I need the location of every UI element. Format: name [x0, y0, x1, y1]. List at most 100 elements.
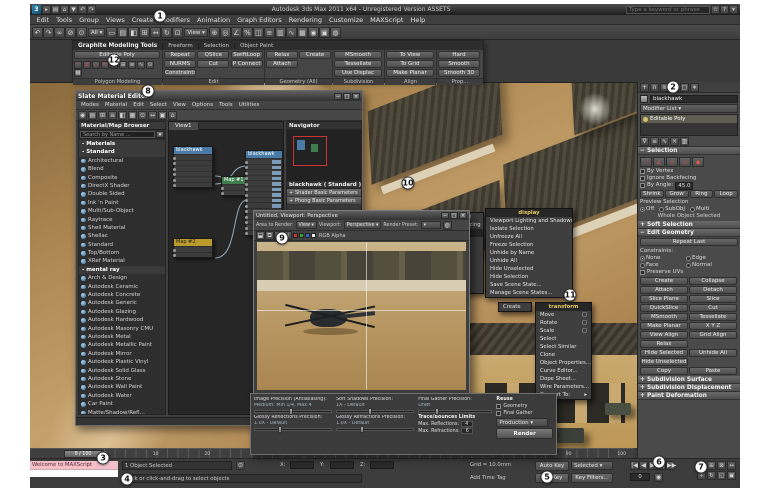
hide-unused-nodeslots-icon[interactable]: ≡: [108, 110, 117, 120]
material-list-item[interactable]: Autodesk Wall Paint: [79, 383, 165, 391]
constraint-option[interactable]: Normal: [686, 262, 732, 269]
maximize-button[interactable]: □: [450, 212, 458, 219]
move-children-icon[interactable]: ◧: [118, 110, 127, 120]
ribbon-button[interactable]: Constraints: [164, 69, 196, 77]
border-subobject-icon[interactable]: ◇: [92, 61, 100, 69]
key-mode-toggle-icon[interactable]: ◉: [654, 473, 663, 482]
ribbon-button[interactable]: To Grid: [386, 60, 434, 68]
show-end-result-icon[interactable]: ⊙: [146, 61, 154, 69]
ribbon-button[interactable]: Create: [299, 51, 331, 59]
material-list-item[interactable]: Autodesk Metallic Paint: [79, 341, 165, 349]
use-pivot-point-icon[interactable]: ⊕: [208, 26, 220, 38]
material-editor-menu-item[interactable]: Utilities: [236, 102, 263, 108]
quad-menu-item[interactable]: Freeze Selection: [486, 241, 572, 249]
select-and-link-icon[interactable]: ∞: [54, 26, 65, 38]
menu-item[interactable]: Tools: [53, 16, 76, 24]
material-list-item[interactable]: Matte/Shadow/Refl...: [79, 409, 165, 414]
material-list-item[interactable]: Autodesk Masonry CMU: [79, 325, 165, 333]
pan-view-icon[interactable]: ↔: [148, 110, 157, 120]
angle-snap-icon[interactable]: ∠: [230, 26, 242, 38]
zoom-tool-icon[interactable]: ▣: [158, 110, 167, 120]
material-editor-title-bar[interactable]: Slate Material Editor − □ ×: [76, 91, 362, 101]
preview-selection-option[interactable]: SubObj: [659, 206, 685, 213]
material-list-item[interactable]: Autodesk Metal: [79, 333, 165, 341]
menu-item[interactable]: Edit: [33, 16, 53, 24]
browser-header[interactable]: Material/Map Browser: [79, 122, 165, 130]
ribbon-button[interactable]: Repeat: [164, 51, 196, 59]
menu-item[interactable]: Group: [76, 16, 103, 24]
green-channel-icon[interactable]: [299, 233, 304, 238]
favorites-icon[interactable]: ☆: [711, 5, 720, 14]
remove-modifier-icon[interactable]: ×: [670, 137, 679, 146]
quad-menu-item[interactable]: Unhide All: [486, 257, 572, 265]
material-list-item[interactable]: Top/Bottom: [79, 249, 165, 257]
percent-snap-icon[interactable]: %: [241, 26, 253, 38]
material-list-item[interactable]: Autodesk Water: [79, 392, 165, 400]
ribbon-button[interactable]: To View: [386, 51, 434, 59]
material-list-item[interactable]: Ink 'n Paint: [79, 199, 165, 207]
edge-mode-icon[interactable]: ∠: [653, 157, 665, 167]
viewcube[interactable]: [579, 93, 611, 125]
material-list-item[interactable]: Raytrace: [79, 216, 165, 224]
ribbon-button[interactable]: Cut: [197, 60, 230, 68]
object-color-swatch[interactable]: [640, 94, 648, 103]
quad-menu-item[interactable]: Isolate Selection: [486, 225, 572, 233]
reference-coordinate-dropdown[interactable]: View: [184, 27, 208, 37]
material-list-item[interactable]: Autodesk Generic: [79, 299, 165, 307]
soft-shadows-slider[interactable]: [336, 408, 415, 415]
material-list-item[interactable]: Autodesk Solid Glass: [79, 367, 165, 375]
ribbon-button[interactable]: P Connect: [230, 60, 263, 68]
select-by-name-icon[interactable]: ▤: [117, 26, 129, 38]
viewport-dropdown[interactable]: Perspective: [343, 221, 382, 229]
zoom-region-icon[interactable]: ◱: [717, 471, 726, 480]
window-crossing-icon[interactable]: ⊞: [139, 26, 151, 38]
material-map-browser-toggle-icon[interactable]: ▦: [128, 110, 137, 120]
selection-button[interactable]: Grow: [664, 190, 689, 198]
quad-menu-item[interactable]: Dope Sheet...: [536, 375, 591, 383]
max-refractions-field[interactable]: 6: [461, 428, 474, 434]
material-list-item[interactable]: Autodesk Glazing: [79, 308, 165, 316]
preview-selection-option[interactable]: Multi: [689, 206, 709, 213]
selection-lock-icon[interactable]: ⊙: [236, 461, 245, 470]
ribbon-button[interactable]: QSlice: [197, 51, 230, 59]
repeat-last-button[interactable]: Repeat Last: [640, 238, 738, 246]
previous-modifier-icon[interactable]: ∿: [137, 61, 145, 69]
menu-item[interactable]: Create: [128, 16, 157, 24]
z-coord-field[interactable]: [370, 461, 394, 469]
quad-menu-item[interactable]: Clone: [536, 351, 591, 359]
edit-geometry-button[interactable]: Collapse: [689, 277, 737, 285]
infocenter-menu-icon[interactable]: ▾: [729, 5, 738, 14]
material-editor-menu-item[interactable]: View: [170, 102, 189, 108]
add-time-tag[interactable]: Add Time Tag: [470, 475, 506, 481]
3dsmax-logo-icon[interactable]: 3: [32, 5, 41, 14]
material-list-item[interactable]: Shellac: [79, 232, 165, 240]
zoom-all-icon[interactable]: ⊞: [707, 461, 716, 470]
rollout-header[interactable]: Subdivision Displacement: [638, 384, 740, 392]
material-list-item[interactable]: Shell Material: [79, 224, 165, 232]
ribbon-tab[interactable]: Freeform: [162, 42, 198, 49]
quad-menu-item[interactable]: Object Properties...: [536, 359, 591, 367]
quad-menu-item[interactable]: Hide Selection: [486, 273, 572, 281]
go-to-end-button[interactable]: ▶▶: [666, 461, 676, 470]
navigator-header[interactable]: Navigator: [287, 122, 361, 130]
menu-item[interactable]: Customize: [325, 16, 366, 24]
align-icon[interactable]: ≡: [263, 26, 275, 38]
edit-geometry-button[interactable]: View Align: [640, 331, 688, 339]
ribbon-button[interactable]: Smooth 30: [438, 69, 480, 77]
selection-button[interactable]: Loop: [714, 190, 738, 198]
constraint-option[interactable]: Face: [640, 262, 686, 269]
pick-material-from-object-icon[interactable]: ▤: [88, 110, 97, 120]
zoom-extents-icon[interactable]: ⌂: [168, 110, 177, 120]
render-button[interactable]: Render: [496, 428, 553, 439]
render-window-title-bar[interactable]: Untitled, Viewport: Perspective − □ ×: [254, 211, 469, 220]
quad-menu-item[interactable]: Create: [499, 303, 531, 311]
material-list-item[interactable]: Multi/Sub-Object: [79, 207, 165, 215]
quad-menu-item[interactable]: Curve Editor...: [536, 367, 591, 375]
quad-menu-item[interactable]: Rotate: [536, 319, 591, 327]
save-file-icon[interactable]: ▼: [69, 5, 78, 14]
material-list-item[interactable]: Autodesk Hardwood: [79, 316, 165, 324]
ribbon-button[interactable]: SwiftLoop: [230, 51, 263, 59]
preview-selection-option[interactable]: Off: [640, 206, 654, 213]
field-of-view-icon[interactable]: ↔: [727, 461, 736, 470]
rollout-header[interactable]: Edit Geometry: [638, 229, 740, 237]
